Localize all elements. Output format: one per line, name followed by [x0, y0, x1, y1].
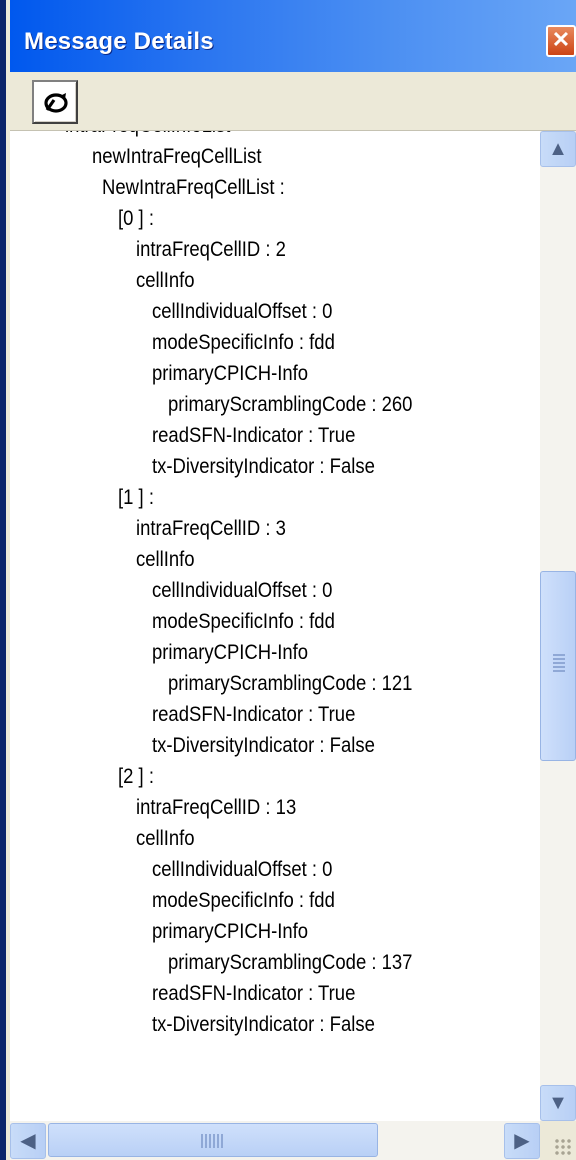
tree-node[interactable]: readSFN-Indicator : True [152, 419, 355, 453]
tree-node[interactable]: primaryScramblingCode : 137 [168, 946, 412, 980]
title-bar[interactable]: Message Details ✕ [10, 0, 576, 82]
tree-node[interactable]: primaryCPICH-Info [152, 915, 308, 949]
vertical-scrollbar[interactable]: ▲ ▼ [540, 131, 576, 1121]
toolbar [10, 72, 576, 131]
tree-node[interactable]: NewIntraFreqCellList : [102, 171, 285, 205]
tree-node[interactable]: intraFreqCellID : 3 [136, 512, 286, 546]
refresh-icon [44, 93, 68, 113]
tree-node[interactable]: modeSpecificInfo : fdd [152, 605, 335, 639]
window-title: Message Details [24, 28, 214, 55]
tree-node[interactable]: primaryScramblingCode : 260 [168, 388, 412, 422]
horizontal-scrollbar[interactable]: ◀ ▶ [10, 1121, 540, 1160]
tree-node[interactable]: readSFN-Indicator : True [152, 698, 355, 732]
close-button[interactable]: ✕ [546, 25, 576, 57]
tree-node[interactable]: modeSpecificInfo : fdd [152, 326, 335, 360]
scroll-right-button[interactable]: ▶ [504, 1123, 540, 1159]
tree-node[interactable]: cellInfo [136, 822, 195, 856]
tree-node[interactable]: modeSpecificInfo : fdd [152, 884, 335, 918]
chevron-right-icon: ▶ [514, 1130, 530, 1152]
horizontal-scroll-thumb[interactable] [48, 1123, 378, 1157]
tree-node[interactable]: cellInfo [136, 543, 195, 577]
close-icon: ✕ [551, 27, 571, 52]
tree-node[interactable]: tx-DiversityIndicator : False [152, 729, 375, 763]
tree-node[interactable]: intraFreqCellID : 2 [136, 233, 286, 267]
scroll-up-button[interactable]: ▲ [540, 131, 576, 167]
message-tree-view[interactable]: intraFreqCellInfoListnewIntraFreqCellLis… [10, 131, 540, 1121]
tree-node[interactable]: primaryCPICH-Info [152, 357, 308, 391]
tree-node[interactable]: cellIndividualOffset : 0 [152, 574, 332, 608]
tree-node[interactable]: tx-DiversityIndicator : False [152, 450, 375, 484]
chevron-left-icon: ◀ [20, 1130, 36, 1152]
refresh-button[interactable] [32, 80, 78, 124]
tree-node[interactable]: [0 ] : [118, 202, 154, 236]
tree-node[interactable]: primaryScramblingCode : 121 [168, 667, 412, 701]
tree-node[interactable]: newIntraFreqCellList [92, 140, 261, 174]
tree-node[interactable]: readSFN-Indicator : True [152, 977, 355, 1011]
tree-node[interactable]: cellIndividualOffset : 0 [152, 853, 332, 887]
tree-node[interactable]: cellIndividualOffset : 0 [152, 295, 332, 329]
grip-icon [201, 1134, 225, 1148]
chevron-down-icon: ▼ [548, 1092, 568, 1114]
tree-node[interactable]: [2 ] : [118, 760, 154, 794]
window-left-edge [0, 0, 10, 1160]
tree-node[interactable]: intraFreqCellID : 13 [136, 791, 296, 825]
vertical-scroll-thumb[interactable] [540, 571, 576, 761]
tree-node[interactable]: [1 ] : [118, 481, 154, 515]
resize-corner[interactable] [540, 1121, 576, 1160]
tree-node[interactable]: tx-DiversityIndicator : False [152, 1008, 375, 1042]
chevron-up-icon: ▲ [548, 138, 568, 160]
scroll-left-button[interactable]: ◀ [10, 1123, 46, 1159]
resize-grip-icon [554, 1138, 572, 1156]
scroll-down-button[interactable]: ▼ [540, 1085, 576, 1121]
grip-icon [553, 654, 565, 674]
tree-node[interactable]: primaryCPICH-Info [152, 636, 308, 670]
tree-node[interactable]: cellInfo [136, 264, 195, 298]
